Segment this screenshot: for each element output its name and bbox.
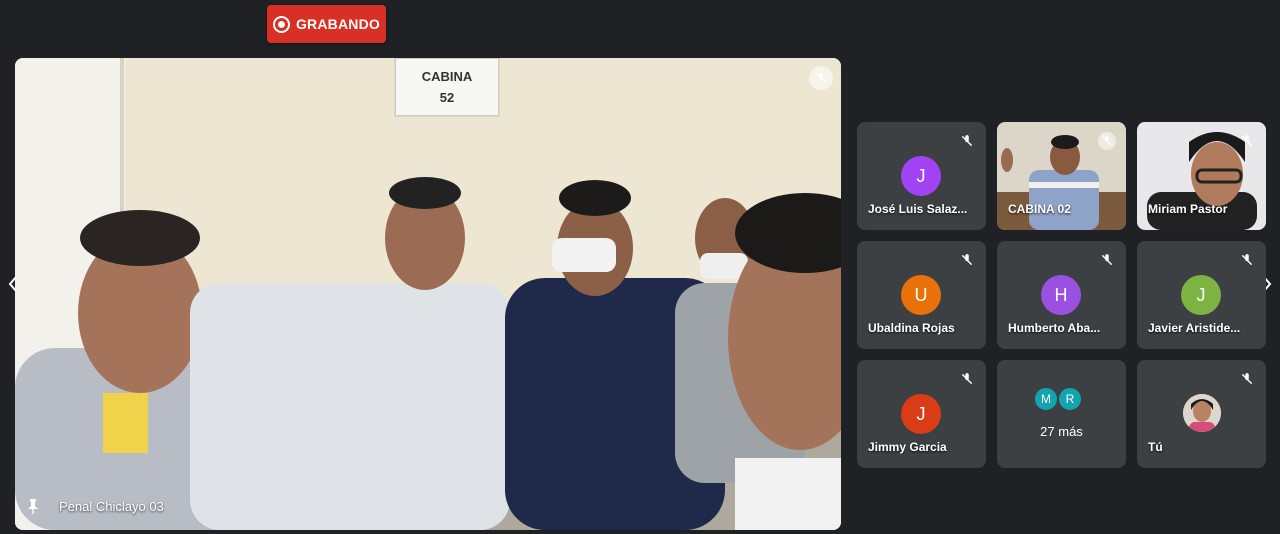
cabina-sign-number: 52	[439, 90, 455, 105]
participant-name: Javier Aristide...	[1148, 321, 1241, 335]
mic-off-icon	[1098, 251, 1116, 269]
cabina-sign: CABINA 52	[395, 58, 499, 116]
avatar: M	[1033, 386, 1059, 412]
participant-tile[interactable]: H Humberto Aba...	[997, 241, 1126, 349]
participant-tile[interactable]: J Jimmy Garcia	[857, 360, 986, 468]
main-video-feed: CABINA	[15, 58, 841, 530]
mic-off-icon	[1238, 370, 1256, 388]
recording-badge[interactable]: GRABANDO	[267, 5, 386, 43]
mic-off-icon	[1098, 132, 1116, 150]
avatar: J	[901, 156, 941, 196]
mic-off-icon	[958, 132, 976, 150]
more-avatars: M R	[1033, 386, 1083, 412]
main-participant-name: Penal Chiclayo 03	[59, 498, 164, 514]
mic-off-icon	[809, 66, 833, 90]
main-video-tile[interactable]: CABINA CABINA 52 Penal Ch	[15, 58, 841, 530]
participant-tile[interactable]: J José Luis Salaz...	[857, 122, 986, 230]
avatar: J	[1181, 275, 1221, 315]
avatar: R	[1057, 386, 1083, 412]
more-participants-tile[interactable]: M R 27 más	[997, 360, 1126, 468]
participant-name: CABINA 02	[1008, 202, 1071, 216]
mic-off-icon	[1238, 251, 1256, 269]
participant-name: Ubaldina Rojas	[868, 321, 955, 335]
chevron-left-icon[interactable]	[6, 272, 20, 296]
main-participant-label: Penal Chiclayo 03	[27, 498, 164, 514]
participant-tile[interactable]: J Javier Aristide...	[1137, 241, 1266, 349]
participant-tile[interactable]: U Ubaldina Rojas	[857, 241, 986, 349]
avatar: J	[901, 394, 941, 434]
recording-label: GRABANDO	[295, 16, 381, 32]
record-icon	[272, 15, 290, 33]
mic-off-icon	[1238, 132, 1256, 150]
participant-tile[interactable]: Miriam Pastor	[1137, 122, 1266, 230]
self-tile[interactable]: Tú	[1137, 360, 1266, 468]
mic-off-icon	[958, 370, 976, 388]
participant-name: Humberto Aba...	[1008, 321, 1101, 335]
participant-name: Tú	[1148, 440, 1163, 454]
more-count-label: 27 más	[1040, 424, 1083, 439]
avatar: H	[1041, 275, 1081, 315]
participant-name: Jimmy Garcia	[868, 440, 947, 454]
participant-name: Miriam Pastor	[1148, 202, 1228, 216]
avatar: U	[901, 275, 941, 315]
avatar	[1183, 394, 1221, 432]
participant-tile[interactable]: CABINA 02	[997, 122, 1126, 230]
cabina-sign-title: CABINA	[421, 69, 473, 84]
pin-icon[interactable]	[27, 498, 39, 514]
mic-off-icon	[958, 251, 976, 269]
participant-name: José Luis Salaz...	[868, 202, 968, 216]
